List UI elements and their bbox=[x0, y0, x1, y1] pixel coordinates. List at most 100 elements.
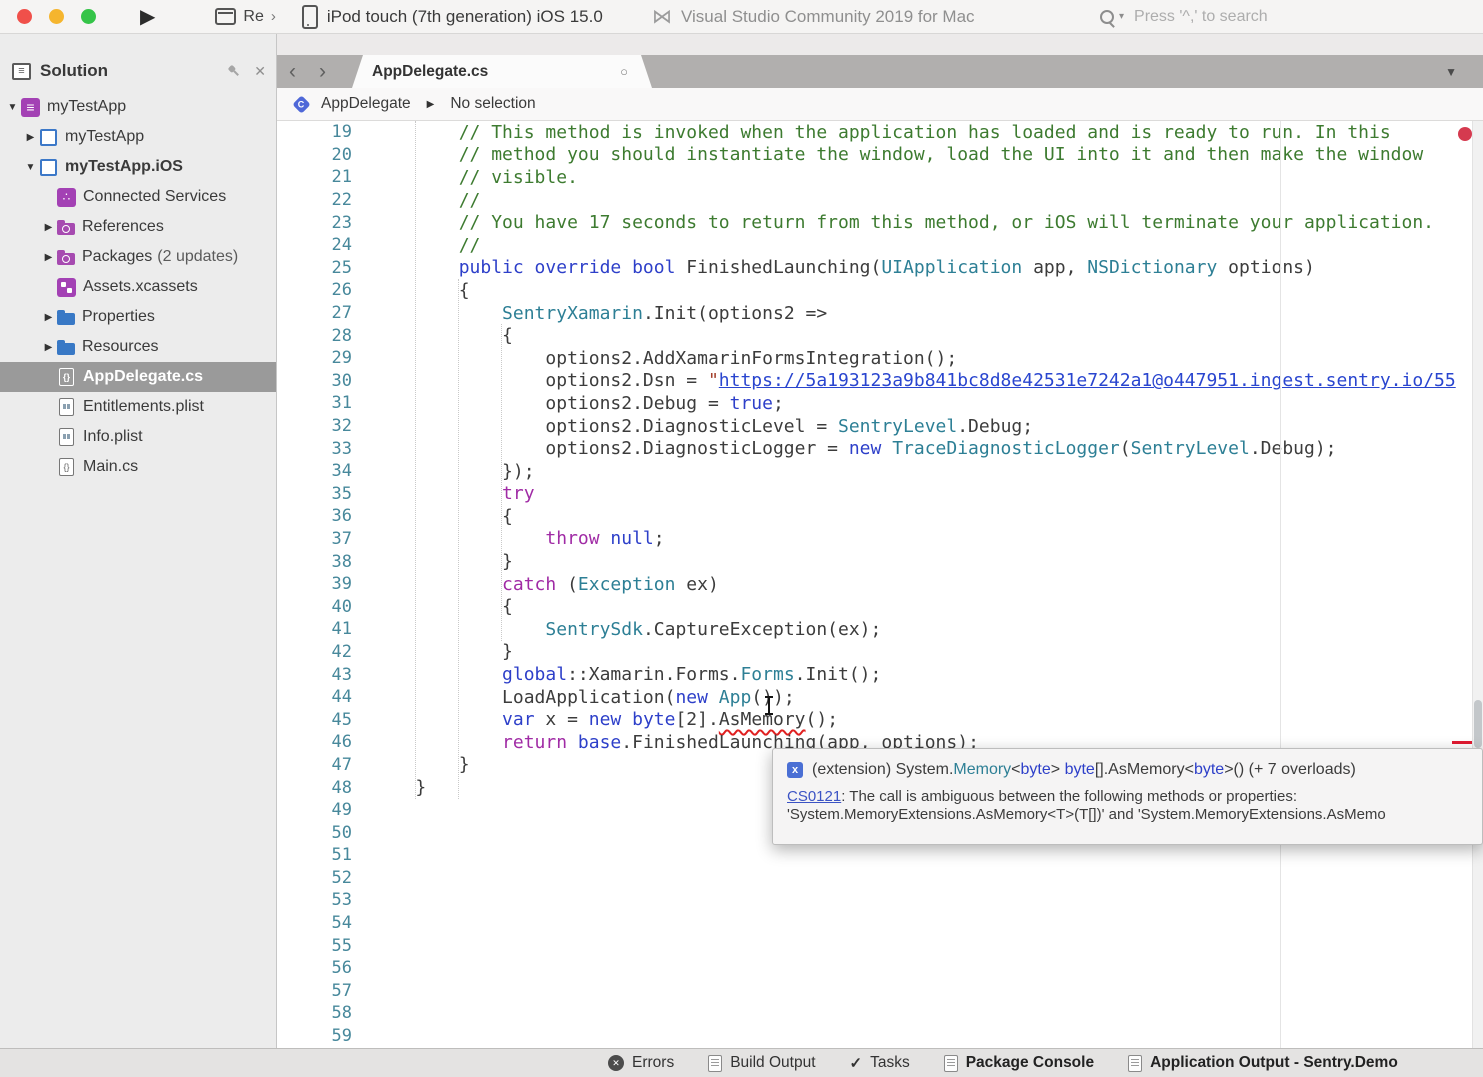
statusbar-item-errors[interactable]: ✕Errors bbox=[608, 1054, 674, 1072]
line-number[interactable]: 25 bbox=[277, 258, 352, 278]
chevron-right-icon[interactable]: ▶ bbox=[40, 252, 57, 263]
sidebar-item-properties[interactable]: ▶Properties bbox=[0, 302, 276, 332]
line-number[interactable]: 20 bbox=[277, 145, 352, 165]
line-number[interactable]: 35 bbox=[277, 484, 352, 504]
pin-icon[interactable] bbox=[226, 63, 243, 80]
chevron-right-icon[interactable]: ▶ bbox=[40, 312, 57, 323]
line-number[interactable]: 45 bbox=[277, 710, 352, 730]
sidebar-item-main-cs[interactable]: {}Main.cs bbox=[0, 452, 276, 482]
line-number[interactable]: 37 bbox=[277, 529, 352, 549]
line-number[interactable]: 22 bbox=[277, 190, 352, 210]
statusbar-item-application-output-sentry-demo[interactable]: Application Output - Sentry.Demo bbox=[1128, 1054, 1398, 1072]
sidebar-item-mytestapp-ios[interactable]: ▼myTestApp.iOS bbox=[0, 152, 276, 182]
line-number[interactable]: 40 bbox=[277, 597, 352, 617]
chevron-down-icon[interactable]: ▼ bbox=[22, 162, 39, 173]
line-number[interactable]: 30 bbox=[277, 371, 352, 391]
line-number[interactable]: 49 bbox=[277, 800, 352, 820]
line-number[interactable]: 31 bbox=[277, 393, 352, 413]
line-number[interactable]: 59 bbox=[277, 1026, 352, 1046]
device-selector[interactable]: iPod touch (7th generation) iOS 15.0 bbox=[302, 5, 603, 29]
code-line-52[interactable]: 52 bbox=[277, 867, 1483, 890]
chevron-down-icon[interactable]: ▼ bbox=[4, 102, 21, 113]
code-line-20[interactable]: 20 // method you should instantiate the … bbox=[277, 144, 1483, 167]
sidebar-item-appdelegate-cs[interactable]: {}AppDelegate.cs bbox=[0, 362, 276, 392]
line-number[interactable]: 19 bbox=[277, 122, 352, 142]
line-number[interactable]: 39 bbox=[277, 574, 352, 594]
line-number[interactable]: 53 bbox=[277, 890, 352, 910]
sidebar-item-connected-services[interactable]: ∴Connected Services bbox=[0, 182, 276, 212]
sidebar-item-info-plist[interactable]: Info.plist bbox=[0, 422, 276, 452]
line-number[interactable]: 42 bbox=[277, 642, 352, 662]
line-number[interactable]: 33 bbox=[277, 439, 352, 459]
chevron-right-icon[interactable]: ▶ bbox=[40, 222, 57, 233]
minimize-window-button[interactable] bbox=[49, 9, 64, 24]
code-line-19[interactable]: 19 // This method is invoked when the ap… bbox=[277, 121, 1483, 144]
line-number[interactable]: 32 bbox=[277, 416, 352, 436]
line-number[interactable]: 38 bbox=[277, 552, 352, 572]
sidebar-item-entitlements-plist[interactable]: Entitlements.plist bbox=[0, 392, 276, 422]
chevron-right-icon[interactable]: ▶ bbox=[22, 132, 39, 143]
code-line-55[interactable]: 55 bbox=[277, 934, 1483, 957]
line-number[interactable]: 29 bbox=[277, 348, 352, 368]
code-line-24[interactable]: 24 // bbox=[277, 234, 1483, 257]
close-window-button[interactable] bbox=[17, 9, 32, 24]
line-number[interactable]: 44 bbox=[277, 687, 352, 707]
line-number[interactable]: 21 bbox=[277, 167, 352, 187]
line-number[interactable]: 24 bbox=[277, 235, 352, 255]
build-configuration-selector[interactable]: Re › bbox=[215, 8, 275, 26]
line-number[interactable]: 34 bbox=[277, 461, 352, 481]
line-number[interactable]: 50 bbox=[277, 823, 352, 843]
breadcrumb-member[interactable]: No selection bbox=[450, 95, 535, 113]
code-line-54[interactable]: 54 bbox=[277, 912, 1483, 935]
code-line-21[interactable]: 21 // visible. bbox=[277, 166, 1483, 189]
line-number[interactable]: 48 bbox=[277, 778, 352, 798]
sidebar-item-mytestapp[interactable]: ▼≡myTestApp bbox=[0, 92, 276, 122]
close-icon[interactable]: ✕ bbox=[254, 63, 266, 80]
line-number[interactable]: 47 bbox=[277, 755, 352, 775]
navigate-back-button[interactable]: ‹ bbox=[289, 55, 296, 88]
sidebar-item-resources[interactable]: ▶Resources bbox=[0, 332, 276, 362]
line-number[interactable]: 58 bbox=[277, 1003, 352, 1023]
line-number[interactable]: 51 bbox=[277, 845, 352, 865]
sidebar-item-packages[interactable]: ▶Packages(2 updates) bbox=[0, 242, 276, 272]
line-number[interactable]: 43 bbox=[277, 665, 352, 685]
line-number[interactable]: 57 bbox=[277, 981, 352, 1001]
code-line-53[interactable]: 53 bbox=[277, 889, 1483, 912]
tab-appdelegate[interactable]: AppDelegate.cs ○ bbox=[352, 55, 652, 88]
code-line-23[interactable]: 23 // You have 17 seconds to return from… bbox=[277, 211, 1483, 234]
statusbar-item-package-console[interactable]: Package Console bbox=[944, 1054, 1094, 1072]
tab-overflow-icon[interactable]: ▼ bbox=[1445, 65, 1457, 79]
sidebar-item-assets-xcassets[interactable]: Assets.xcassets bbox=[0, 272, 276, 302]
line-number[interactable]: 28 bbox=[277, 326, 352, 346]
editor-scrollbar[interactable] bbox=[1472, 121, 1483, 1048]
search-icon[interactable] bbox=[1100, 10, 1114, 24]
statusbar-item-tasks[interactable]: ✓Tasks bbox=[850, 1054, 910, 1072]
code-line-22[interactable]: 22 // bbox=[277, 189, 1483, 212]
line-number[interactable]: 26 bbox=[277, 280, 352, 300]
zoom-window-button[interactable] bbox=[81, 9, 96, 24]
search-input[interactable] bbox=[1132, 7, 1416, 27]
code-line-56[interactable]: 56 bbox=[277, 957, 1483, 980]
code-line-51[interactable]: 51 bbox=[277, 844, 1483, 867]
line-number[interactable]: 54 bbox=[277, 913, 352, 933]
code-line-59[interactable]: 59 bbox=[277, 1025, 1483, 1048]
line-number[interactable]: 23 bbox=[277, 213, 352, 233]
scrollbar-thumb[interactable] bbox=[1474, 700, 1482, 748]
line-number[interactable]: 55 bbox=[277, 936, 352, 956]
line-number[interactable]: 52 bbox=[277, 868, 352, 888]
sidebar-item-mytestapp[interactable]: ▶myTestApp bbox=[0, 122, 276, 152]
statusbar-item-build-output[interactable]: Build Output bbox=[708, 1054, 815, 1072]
run-button[interactable]: ▶ bbox=[140, 7, 155, 27]
line-number[interactable]: 27 bbox=[277, 303, 352, 323]
line-number[interactable]: 46 bbox=[277, 732, 352, 752]
navigate-forward-button[interactable]: › bbox=[319, 55, 326, 88]
breadcrumb-class[interactable]: AppDelegate bbox=[321, 95, 411, 113]
code-line-58[interactable]: 58 bbox=[277, 1002, 1483, 1025]
sidebar-item-references[interactable]: ▶References bbox=[0, 212, 276, 242]
code-line-25[interactable]: 25 public override bool FinishedLaunchin… bbox=[277, 257, 1483, 280]
line-number[interactable]: 41 bbox=[277, 619, 352, 639]
line-number[interactable]: 56 bbox=[277, 958, 352, 978]
code-editor[interactable]: 19 // This method is invoked when the ap… bbox=[277, 121, 1483, 1048]
error-code-link[interactable]: CS0121 bbox=[787, 788, 841, 805]
code-line-57[interactable]: 57 bbox=[277, 980, 1483, 1003]
